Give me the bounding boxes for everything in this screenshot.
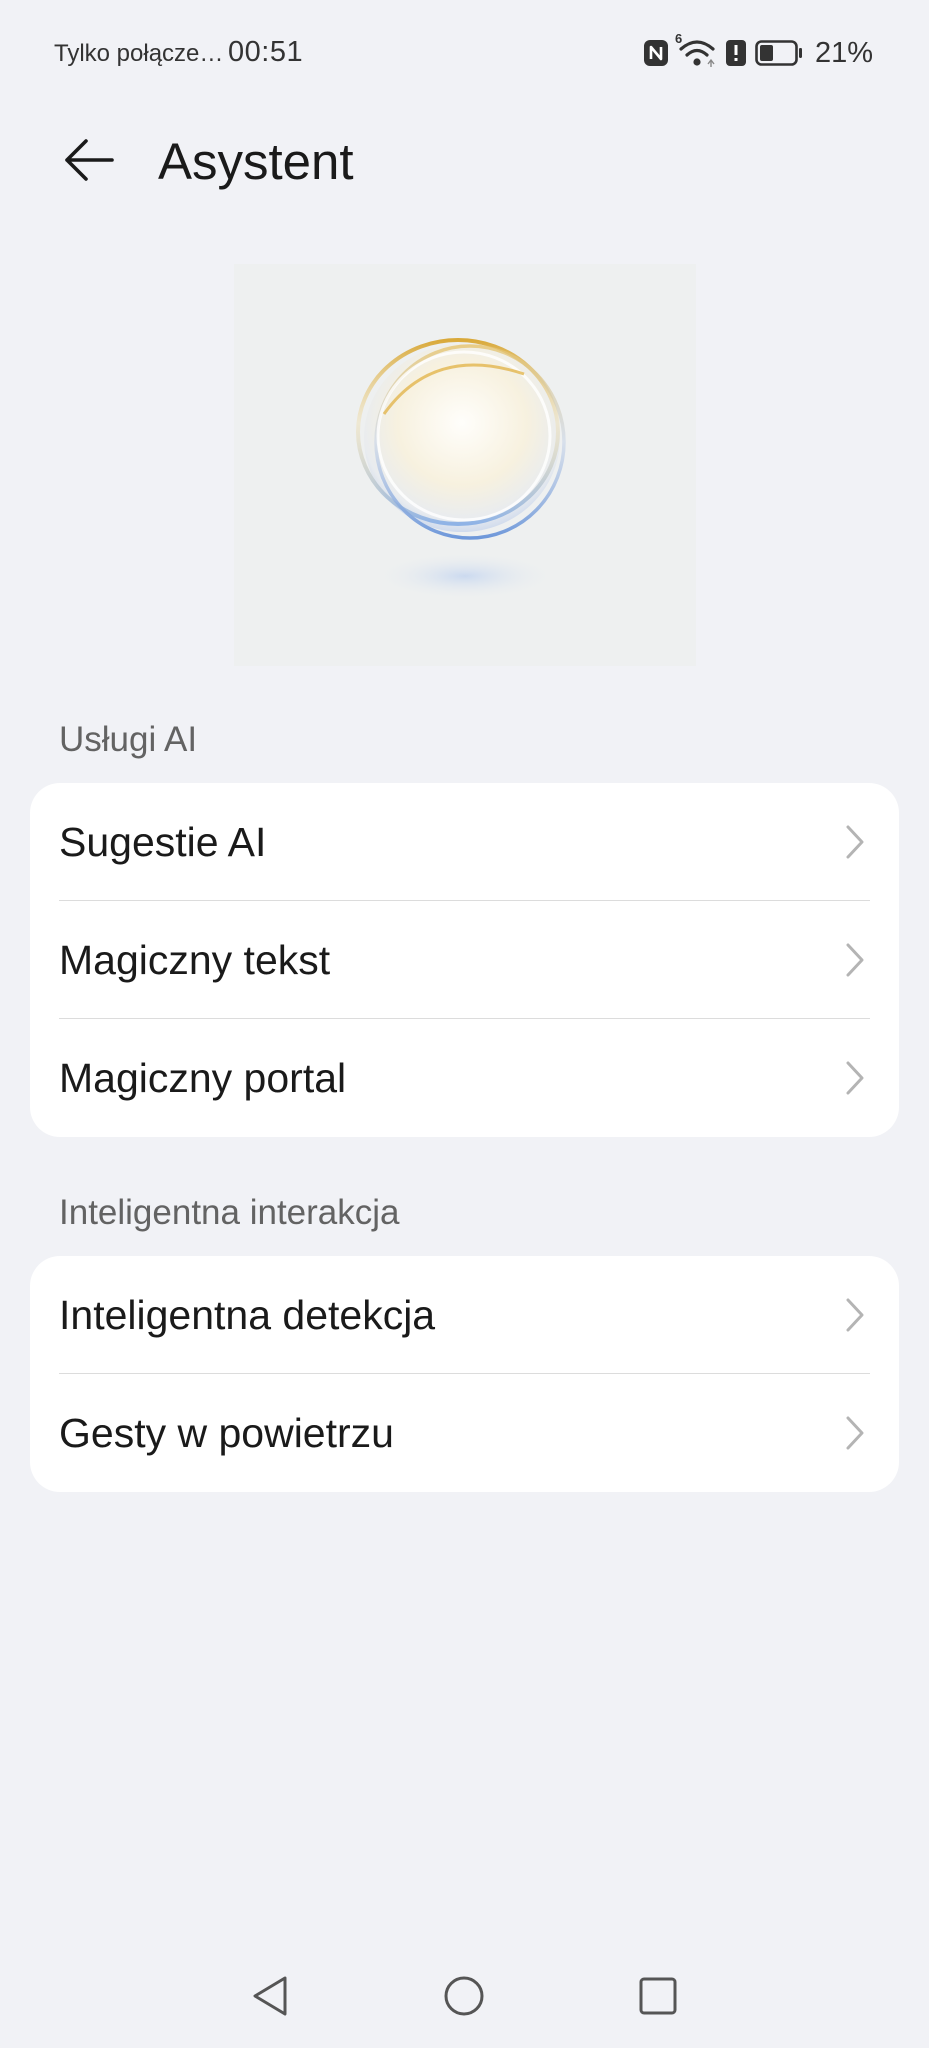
list-item-label: Inteligentna detekcja xyxy=(59,1291,436,1338)
list-item-magiczny-portal[interactable]: Magiczny portal xyxy=(30,1019,899,1137)
app-bar: Asystent xyxy=(0,112,929,212)
carrier-label: Tylko połącze… xyxy=(54,40,224,67)
list-item-magiczny-tekst[interactable]: Magiczny tekst xyxy=(30,901,899,1019)
back-triangle-icon xyxy=(253,1976,287,2016)
network-type-label: 6 xyxy=(674,31,683,46)
list-item-gesty-w-powietrzu[interactable]: Gesty w powietrzu xyxy=(30,1374,899,1492)
nfc-icon xyxy=(643,39,669,67)
nav-home-button[interactable] xyxy=(432,1964,496,2028)
battery-percent: 21% xyxy=(814,36,873,69)
list-item-label: Gesty w powietrzu xyxy=(59,1409,394,1456)
list-item-label: Sugestie AI xyxy=(59,818,267,865)
nav-back-button[interactable] xyxy=(238,1964,302,2028)
chevron-right-icon xyxy=(846,825,864,859)
chevron-right-icon xyxy=(846,943,864,977)
status-icons: 6 21% xyxy=(643,31,873,70)
ai-services-card: Sugestie AI Magiczny tekst Magiczny port… xyxy=(30,783,899,1137)
arrow-left-icon xyxy=(62,138,114,187)
page-title: Asystent xyxy=(158,133,354,190)
clock: 00:51 xyxy=(228,36,304,68)
chevron-right-icon xyxy=(846,1416,864,1450)
back-button[interactable] xyxy=(52,132,124,192)
assistant-orb-illustration xyxy=(356,338,566,600)
system-navigation-bar xyxy=(0,1950,929,2048)
nav-recents-button[interactable] xyxy=(626,1964,690,2028)
wifi-icon: 6 xyxy=(675,31,717,69)
section-title-smart-interaction: Inteligentna interakcja xyxy=(59,1193,400,1232)
list-item-label: Magiczny tekst xyxy=(59,936,331,983)
recents-square-icon xyxy=(639,1977,677,2015)
section-title-ai-services: Usługi AI xyxy=(59,720,198,759)
list-item-sugestie-ai[interactable]: Sugestie AI xyxy=(30,783,899,901)
assistant-hero-image xyxy=(234,264,696,666)
list-item-inteligentna-detekcja[interactable]: Inteligentna detekcja xyxy=(30,1256,899,1374)
alert-icon xyxy=(725,39,747,67)
list-item-label: Magiczny portal xyxy=(59,1054,347,1101)
status-bar: Tylko połącze… 00:51 6 21% xyxy=(0,0,929,108)
chevron-right-icon xyxy=(846,1061,864,1095)
chevron-right-icon xyxy=(846,1298,864,1332)
home-circle-icon xyxy=(444,1976,484,2016)
smart-interaction-card: Inteligentna detekcja Gesty w powietrzu xyxy=(30,1256,899,1492)
battery-icon xyxy=(755,39,803,67)
